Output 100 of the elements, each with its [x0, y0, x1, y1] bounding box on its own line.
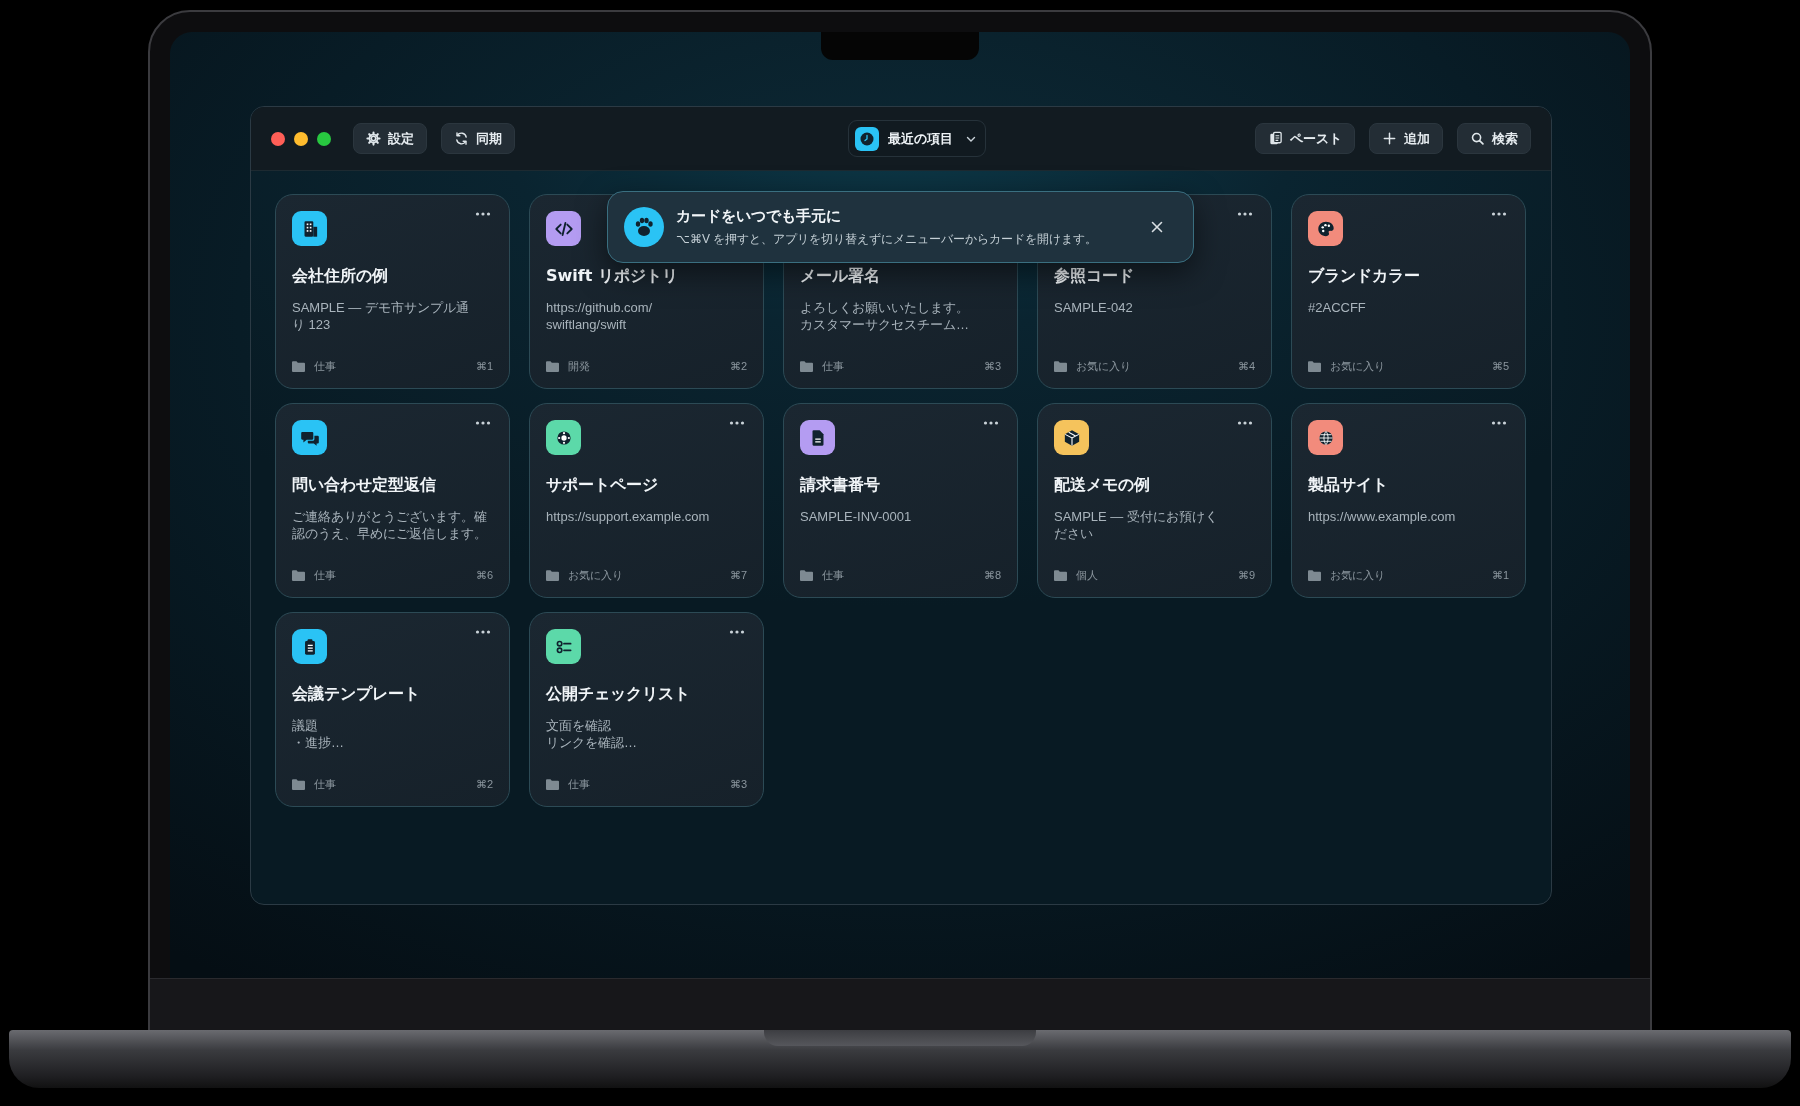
category-label: お気に入り	[1330, 568, 1385, 583]
gear-icon	[366, 131, 381, 146]
more-icon[interactable]	[729, 420, 745, 426]
card-title: 問い合わせ定型返信	[292, 475, 437, 496]
card-text-line: 認のうえ、早めにご返信します。	[292, 525, 487, 542]
more-icon[interactable]	[1237, 211, 1253, 217]
shortcut-label: ⌘3	[729, 778, 747, 791]
shortcut-label: ⌘7	[729, 569, 747, 582]
folder-icon	[1054, 361, 1067, 372]
card-title: メール署名	[800, 266, 881, 287]
category-label: 仕事	[822, 568, 844, 583]
card-text-line: swiftlang/swift	[546, 316, 627, 333]
card-title: 会議テンプレート	[292, 684, 421, 705]
card-text-line: #2ACCFF	[1308, 299, 1366, 316]
card[interactable]: 会議テンプレート 議題 ・進捗… 仕事 ⌘2	[275, 612, 510, 807]
card[interactable]: 公開チェックリスト 文面を確認 リンクを確認… 仕事 ⌘3	[529, 612, 764, 807]
category-label: お気に入り	[568, 568, 623, 583]
card-title: 製品サイト	[1308, 475, 1389, 496]
card-text-line: ご連絡ありがとうございます。確	[292, 508, 487, 525]
view-dropdown[interactable]: 最近の項目	[848, 120, 986, 157]
card-text-line: https://github.com/	[546, 299, 653, 316]
more-icon[interactable]	[1491, 211, 1507, 217]
card-title: Swift リポジトリ	[546, 266, 679, 287]
more-icon[interactable]	[475, 211, 491, 217]
folder-icon	[1308, 570, 1321, 581]
shortcut-label: ⌘1	[1491, 569, 1509, 582]
card[interactable]: 会社住所の例 SAMPLE — デモ市サンプル通 り 123 仕事 ⌘1	[275, 194, 510, 389]
card[interactable]: ブランドカラー #2ACCFF お気に入り ⌘5	[1291, 194, 1526, 389]
card[interactable]: サポートページ https://support.example.com お気に入り ⌘7	[529, 403, 764, 598]
card-text-line: り 123	[292, 316, 331, 333]
card-text-line: SAMPLE — 受付にお預けく	[1054, 508, 1218, 525]
category-label: 開発	[568, 359, 590, 374]
folder-icon	[1054, 570, 1067, 581]
folder-icon	[292, 570, 305, 581]
card-title: 会社住所の例	[292, 266, 389, 287]
paw-icon	[624, 207, 664, 247]
shortcut-label: ⌘8	[983, 569, 1001, 582]
zoom-window-button[interactable]	[317, 131, 331, 146]
card-title: サポートページ	[546, 475, 659, 496]
shortcut-label: ⌘2	[475, 778, 493, 791]
card-text-line: SAMPLE-INV-0001	[800, 508, 912, 525]
card-text-line: 議題	[292, 717, 318, 734]
plus-icon	[1382, 131, 1397, 146]
more-icon[interactable]	[729, 629, 745, 635]
more-icon[interactable]	[475, 629, 491, 635]
card[interactable]: 製品サイト https://www.example.com お気に入り ⌘1	[1291, 403, 1526, 598]
shortcut-label: ⌘2	[729, 360, 747, 373]
shortcut-label: ⌘3	[983, 360, 1001, 373]
folder-icon	[800, 570, 813, 581]
category-label: お気に入り	[1076, 359, 1131, 374]
category-label: お気に入り	[1330, 359, 1385, 374]
more-icon[interactable]	[1237, 420, 1253, 426]
search-button[interactable]: 検索	[1457, 123, 1531, 154]
category-label: 仕事	[822, 359, 844, 374]
category-label: 仕事	[568, 777, 590, 792]
category-label: 仕事	[314, 359, 336, 374]
plus-button[interactable]: 追加	[1369, 123, 1443, 154]
card-text-line: https://support.example.com	[546, 508, 710, 525]
card-title: 請求書番号	[800, 475, 881, 496]
shortcut-label: ⌘1	[475, 360, 493, 373]
card-title: 参照コード	[1054, 266, 1135, 287]
close-window-button[interactable]	[271, 131, 285, 146]
clock-icon	[855, 126, 879, 151]
folder-icon	[546, 570, 559, 581]
folder-icon	[292, 779, 305, 790]
minimize-window-button[interactable]	[294, 131, 308, 146]
card-title: ブランドカラー	[1308, 266, 1421, 287]
card-text-line: リンクを確認…	[546, 734, 637, 751]
card-text-line: カスタマーサクセスチーム…	[800, 316, 969, 333]
card[interactable]: 配送メモの例 SAMPLE — 受付にお預けく ださい 個人 ⌘9	[1037, 403, 1272, 598]
shortcut-label: ⌘4	[1237, 360, 1255, 373]
card[interactable]: 問い合わせ定型返信 ご連絡ありがとうございます。確 認のうえ、早めにご返信します。 仕事 ⌘6	[275, 403, 510, 598]
clipboard-icon	[1268, 131, 1283, 146]
search-icon	[1470, 131, 1485, 146]
more-icon[interactable]	[475, 420, 491, 426]
card[interactable]: 請求書番号 SAMPLE-INV-0001 仕事 ⌘8	[783, 403, 1018, 598]
shortcut-label: ⌘5	[1491, 360, 1509, 373]
card-text-line: 文面を確認	[546, 717, 611, 734]
category-label: 仕事	[314, 777, 336, 792]
shortcut-label: ⌘6	[475, 569, 493, 582]
gear-button[interactable]: 設定	[353, 123, 427, 154]
card-text-line: SAMPLE — デモ市サンプル通	[292, 299, 469, 316]
folder-icon	[546, 779, 559, 790]
card-text-line: ださい	[1054, 525, 1093, 542]
sync-icon	[454, 131, 469, 146]
folder-icon	[292, 361, 305, 372]
folder-icon	[800, 361, 813, 372]
more-icon[interactable]	[983, 420, 999, 426]
folder-icon	[546, 361, 559, 372]
shortcut-label: ⌘9	[1237, 569, 1255, 582]
folder-icon	[1308, 361, 1321, 372]
more-icon[interactable]	[1491, 420, 1507, 426]
card-title: 公開チェックリスト	[546, 684, 691, 705]
card-text-line: SAMPLE-042	[1054, 299, 1133, 316]
sync-button[interactable]: 同期	[441, 123, 515, 154]
card-text-line: ・進捗…	[292, 734, 344, 751]
category-label: 個人	[1076, 568, 1098, 583]
card-text-line: よろしくお願いいたします。	[800, 299, 969, 316]
clipboard-button[interactable]: ペースト	[1255, 123, 1355, 154]
chevron-down-icon	[966, 134, 976, 143]
